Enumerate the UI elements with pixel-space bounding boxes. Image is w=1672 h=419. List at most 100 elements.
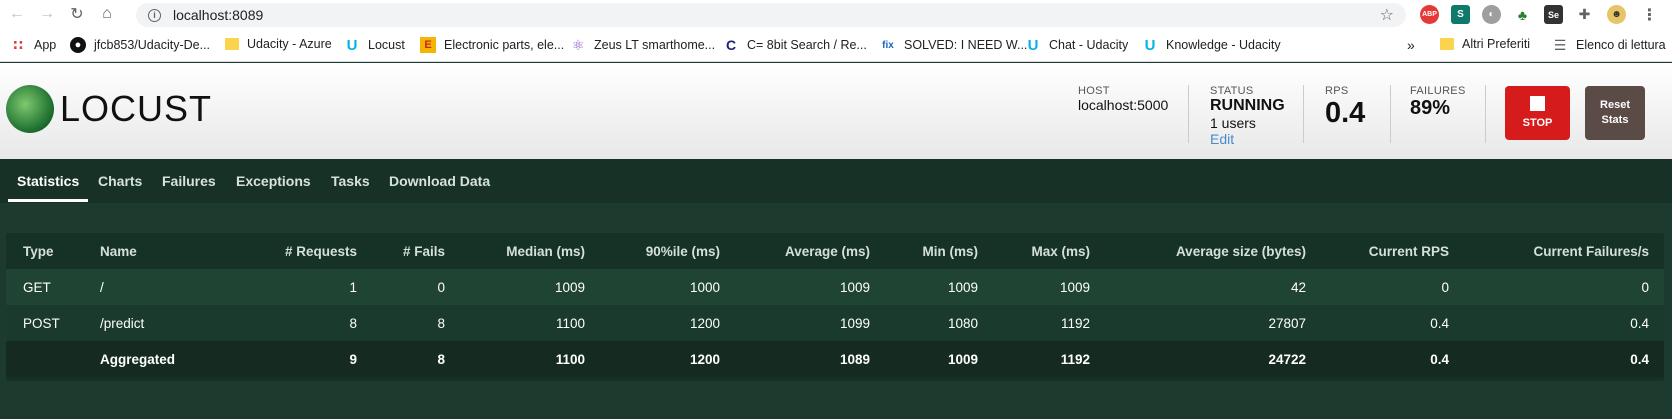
bookmark-electronic-parts[interactable]: E Electronic parts, ele... xyxy=(420,37,564,53)
cell-median: 1100 xyxy=(455,341,595,377)
url-text[interactable]: localhost:8089 xyxy=(173,7,263,23)
bookmark-zeus[interactable]: ⚛ Zeus LT smarthome... xyxy=(570,37,715,53)
cell-type: GET xyxy=(6,269,90,305)
udacity-icon: U xyxy=(1144,36,1156,54)
bookmark-knowledge-udacity[interactable]: U Knowledge - Udacity xyxy=(1142,36,1281,54)
active-tab-indicator xyxy=(8,199,88,202)
site-info-icon[interactable]: i xyxy=(148,8,161,22)
adblock-plus-icon[interactable]: ABP xyxy=(1420,5,1439,24)
profile-avatar-icon[interactable]: ☻ xyxy=(1607,5,1626,24)
bookmark-label: Udacity - Azure xyxy=(247,37,332,51)
col-fails[interactable]: # Fails xyxy=(367,233,455,269)
failures-value: 89% xyxy=(1410,97,1451,119)
browser-toolbar: ← → ↻ ⌂ i localhost:8089 ☆ ABP S ◐ ♣ Se … xyxy=(0,0,1672,29)
main-tabs: Statistics Charts Failures Exceptions Ta… xyxy=(0,159,1672,203)
cell-min: 1009 xyxy=(880,341,988,377)
col-min[interactable]: Min (ms) xyxy=(880,233,988,269)
col-avg-size[interactable]: Average size (bytes) xyxy=(1100,233,1316,269)
bookmark-other[interactable]: Altri Preferiti xyxy=(1440,37,1530,51)
tab-download-data[interactable]: Download Data xyxy=(389,173,490,189)
stop-square-icon xyxy=(1530,96,1545,111)
cell-fails: 8 xyxy=(367,305,455,341)
stop-label: STOP xyxy=(1522,117,1553,129)
aggregated-row: Aggregated 9 8 1100 1200 1089 1009 1192 … xyxy=(6,341,1664,377)
bookmark-label: Locust xyxy=(368,38,405,52)
reading-list[interactable]: ☰ Elenco di lettura xyxy=(1552,37,1666,53)
folder-icon xyxy=(225,38,239,50)
bookmark-c64-search[interactable]: C C= 8bit Search / Re... xyxy=(723,37,867,53)
bookmark-label: C= 8bit Search / Re... xyxy=(747,38,867,52)
col-requests[interactable]: # Requests xyxy=(200,233,367,269)
reading-list-icon: ☰ xyxy=(1553,36,1567,53)
cell-current-failures: 0.4 xyxy=(1459,341,1664,377)
col-current-rps[interactable]: Current RPS xyxy=(1316,233,1459,269)
bookmark-label: Altri Preferiti xyxy=(1462,37,1531,51)
home-icon[interactable]: ⌂ xyxy=(96,3,118,25)
stats-label: Stats xyxy=(1601,114,1629,126)
cell-avg-size: 42 xyxy=(1100,269,1316,305)
edit-users-link[interactable]: Edit xyxy=(1210,131,1285,147)
cell-90ile: 1000 xyxy=(595,269,730,305)
cell-current-rps: 0 xyxy=(1316,269,1459,305)
selenium-ide-icon[interactable]: Se xyxy=(1544,5,1563,24)
logo-text: LOCUST xyxy=(60,88,213,129)
bookmark-locust[interactable]: U Locust xyxy=(344,36,405,54)
col-average[interactable]: Average (ms) xyxy=(730,233,880,269)
reset-label: Reset xyxy=(1600,99,1630,111)
extension-evernote-icon[interactable]: ♣ xyxy=(1513,5,1532,24)
tab-charts[interactable]: Charts xyxy=(98,173,142,189)
menu-kebab-icon[interactable]: ⋮ xyxy=(1640,5,1659,24)
bookmark-github[interactable]: ● jfcb853/Udacity-De... xyxy=(70,37,210,53)
tab-tasks[interactable]: Tasks xyxy=(331,173,370,189)
table-row: POST /predict 8 8 1100 1200 1099 1080 11… xyxy=(6,305,1664,341)
rps-value: 0.4 xyxy=(1325,97,1366,129)
col-current-failures[interactable]: Current Failures/s xyxy=(1459,233,1664,269)
apps-grid-icon: ∷ xyxy=(13,36,23,53)
bookmark-label: Electronic parts, ele... xyxy=(444,38,565,52)
col-type[interactable]: Type xyxy=(6,233,90,269)
cell-average: 1089 xyxy=(730,341,880,377)
col-name[interactable]: Name xyxy=(90,233,200,269)
bookmark-label: Knowledge - Udacity xyxy=(1166,38,1281,52)
col-90ile[interactable]: 90%ile (ms) xyxy=(595,233,730,269)
back-arrow-icon[interactable]: ← xyxy=(6,3,28,25)
cell-name: / xyxy=(90,269,200,305)
extensions-puzzle-icon[interactable]: ✚ xyxy=(1575,5,1594,24)
tab-exceptions[interactable]: Exceptions xyxy=(236,173,311,189)
cell-type xyxy=(6,341,90,377)
bookmark-udacity-azure[interactable]: Udacity - Azure xyxy=(225,37,332,51)
cell-fails: 0 xyxy=(367,269,455,305)
bookmarks-overflow-chevron[interactable]: » xyxy=(1407,37,1415,53)
rps-label: RPS xyxy=(1325,85,1349,97)
reading-list-label: Elenco di lettura xyxy=(1576,38,1666,52)
bookmark-chat-udacity[interactable]: U Chat - Udacity xyxy=(1025,37,1129,54)
electronic-parts-icon: E xyxy=(420,37,436,53)
locust-logo-icon xyxy=(6,85,54,133)
bookmark-apps[interactable]: ∷ App xyxy=(10,37,56,53)
col-median[interactable]: Median (ms) xyxy=(455,233,595,269)
bookmark-solved[interactable]: fix SOLVED: I NEED W... xyxy=(880,37,1027,53)
status-label: STATUS xyxy=(1210,85,1254,97)
extension-s-icon[interactable]: S xyxy=(1451,5,1470,24)
reset-stats-button[interactable]: Reset Stats xyxy=(1585,86,1645,140)
github-icon: ● xyxy=(70,37,86,53)
bookmark-star-icon[interactable]: ☆ xyxy=(1380,5,1394,25)
tab-statistics[interactable]: Statistics xyxy=(17,173,79,189)
col-max[interactable]: Max (ms) xyxy=(988,233,1100,269)
udacity-icon: U xyxy=(346,36,358,54)
divider xyxy=(1485,85,1486,143)
fixya-icon: fix xyxy=(882,39,894,51)
host-info: HOST localhost:5000 xyxy=(1078,85,1168,113)
forward-arrow-icon[interactable]: → xyxy=(36,3,58,25)
reload-icon[interactable]: ↻ xyxy=(66,3,88,25)
stop-button[interactable]: STOP xyxy=(1505,86,1570,140)
stats-table-container: Type Name # Requests # Fails Median (ms)… xyxy=(6,233,1664,381)
bookmark-label: Zeus LT smarthome... xyxy=(594,38,716,52)
extension-grey-icon[interactable]: ◐ xyxy=(1482,5,1501,24)
failures-label: FAILURES xyxy=(1410,85,1466,97)
table-header-row: Type Name # Requests # Fails Median (ms)… xyxy=(6,233,1664,269)
tab-failures[interactable]: Failures xyxy=(162,173,216,189)
divider xyxy=(1390,85,1391,143)
address-bar[interactable]: i localhost:8089 ☆ xyxy=(136,3,1406,27)
rps-info: RPS 0.4 xyxy=(1325,85,1365,130)
